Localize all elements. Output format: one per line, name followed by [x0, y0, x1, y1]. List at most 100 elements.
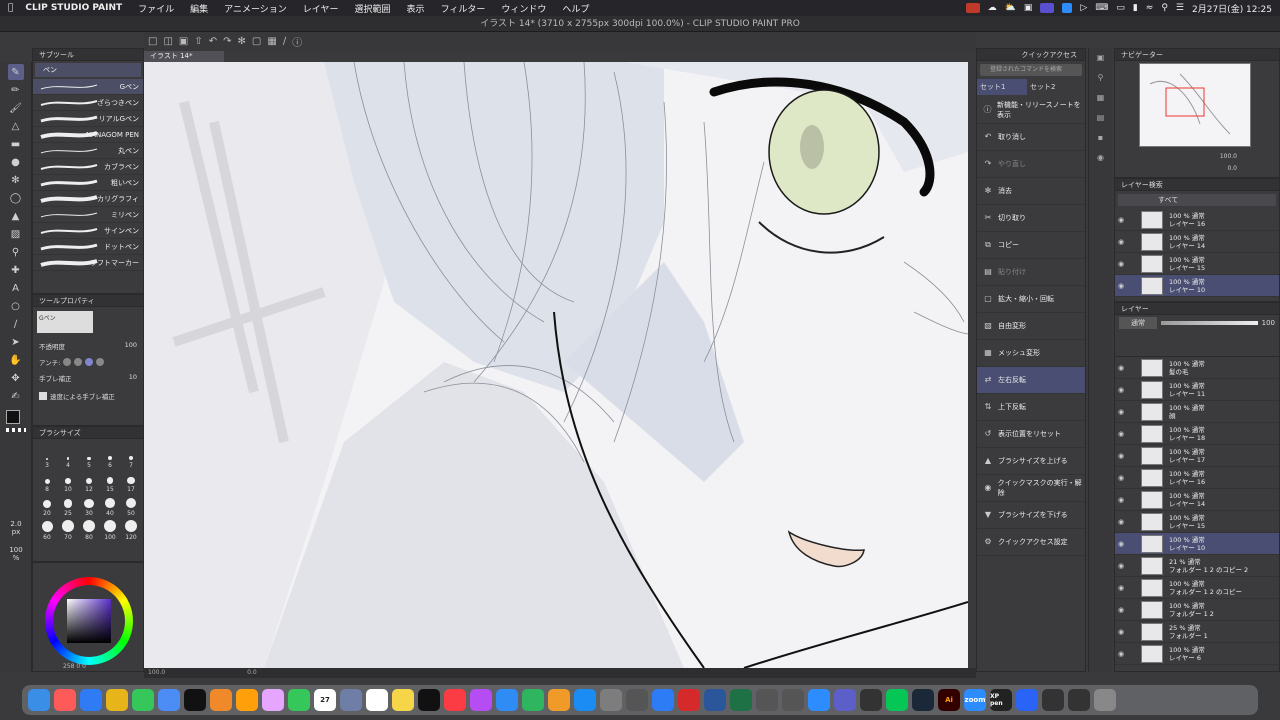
brush-item[interactable]: 粗いペン — [33, 175, 143, 191]
navigator-rotation[interactable]: 0.0 — [1227, 165, 1237, 172]
chatgpt-icon[interactable] — [184, 689, 206, 711]
word-icon[interactable] — [704, 689, 726, 711]
brush-size-option[interactable]: 15 — [100, 471, 120, 493]
help3-icon[interactable] — [782, 689, 804, 711]
move-tool-icon[interactable]: ✥ — [8, 370, 24, 386]
menu-filter[interactable]: フィルター — [433, 2, 494, 15]
excel-icon[interactable] — [730, 689, 752, 711]
quick-access-item[interactable]: ⇅ 上下反転 — [977, 394, 1085, 421]
keyboard-icon[interactable]: ⌨ — [1095, 3, 1108, 13]
layer-row[interactable]: ◉ 100 % 通常 レイヤー 16 — [1115, 209, 1279, 231]
preview-icon[interactable] — [236, 689, 258, 711]
brush-item[interactable]: カブラペン — [33, 159, 143, 175]
onedrive-icon[interactable] — [652, 689, 674, 711]
clock[interactable]: 2月27日(金) 12:25 — [1192, 2, 1272, 15]
apple-menu-icon[interactable]:  — [0, 3, 21, 13]
layer-row[interactable]: ◉ 100 % 通常 レイヤー 15 — [1115, 253, 1279, 275]
canvas-tab[interactable]: イラスト 14* — [144, 51, 224, 62]
open-icon[interactable]: ◫ — [163, 36, 172, 47]
creative-cloud-icon[interactable]: ☁ — [988, 3, 997, 13]
canvas-zoom-readout[interactable]: 100.0 — [148, 669, 165, 676]
visibility-eye-icon[interactable]: ◉ — [1115, 496, 1127, 504]
visibility-eye-icon[interactable]: ◉ — [1115, 386, 1127, 394]
brush-size-option[interactable]: 50 — [121, 495, 141, 517]
zoom-icon[interactable]: zoom — [964, 689, 986, 711]
quick-access-item[interactable]: ▢ 拡大・縮小・回転 — [977, 286, 1085, 313]
pages-icon[interactable] — [548, 689, 570, 711]
subtool-group-tab[interactable]: ペン — [35, 63, 141, 77]
fill-tool-icon[interactable]: ▲ — [8, 208, 24, 224]
steam-icon[interactable] — [912, 689, 934, 711]
layer-row[interactable]: ◉ 100 % 通常 レイヤー 10 — [1115, 533, 1279, 555]
brush-item[interactable]: ドットペン — [33, 239, 143, 255]
brush-item[interactable]: ミリペン — [33, 207, 143, 223]
quick-access-item[interactable]: ▤ 貼り付け — [977, 259, 1085, 286]
appletv-icon[interactable] — [418, 689, 440, 711]
help-icon[interactable] — [626, 689, 648, 711]
brush-size-option[interactable]: 30 — [79, 495, 99, 517]
opacity-field[interactable]: 100 — [125, 341, 137, 351]
visibility-eye-icon[interactable]: ◉ — [1115, 216, 1127, 224]
select-toolbar-icon[interactable]: ▦ — [267, 36, 276, 47]
quick-access-item[interactable]: ✂ 切り取り — [977, 205, 1085, 232]
hand-tool-icon[interactable]: ✋ — [8, 352, 24, 368]
strip-icon-material[interactable]: ▦ — [1089, 88, 1112, 108]
visibility-eye-icon[interactable]: ◉ — [1115, 408, 1127, 416]
color-wheel[interactable] — [45, 577, 133, 665]
quick-access-tab-set2[interactable]: セット2 — [1027, 79, 1077, 95]
layer-row[interactable]: ◉ 100 % 通常 レイヤー 18 — [1115, 423, 1279, 445]
record-icon[interactable] — [965, 3, 980, 13]
trash-icon[interactable] — [1094, 689, 1116, 711]
media-icon[interactable]: ▷ — [1080, 3, 1087, 13]
brush-size-option[interactable]: 17 — [121, 471, 141, 493]
menu-file[interactable]: ファイル — [130, 2, 182, 15]
text-tool-icon[interactable]: A — [8, 280, 24, 296]
visibility-eye-icon[interactable]: ◉ — [1115, 430, 1127, 438]
layer-row[interactable]: ◉ 100 % 通常 レイヤー 14 — [1115, 489, 1279, 511]
brush-size-option[interactable]: 10 — [58, 471, 78, 493]
visibility-eye-icon[interactable]: ◉ — [1115, 628, 1127, 636]
reminders-icon[interactable] — [366, 689, 388, 711]
visibility-eye-icon[interactable]: ◉ — [1115, 606, 1127, 614]
layer-row[interactable]: ◉ 100 % 通常 フォルダー 1 2 — [1115, 599, 1279, 621]
eraser-tool-icon[interactable]: ▬ — [8, 136, 24, 152]
search-icon[interactable]: ⚲ — [1161, 3, 1168, 13]
brush-size-option[interactable]: 40 — [100, 495, 120, 517]
control-center-icon[interactable]: ☰ — [1176, 3, 1184, 13]
brush-size-option[interactable]: 12 — [79, 471, 99, 493]
layer-row[interactable]: ◉ 100 % 通常 レイヤー 14 — [1115, 231, 1279, 253]
drawing-canvas[interactable] — [144, 62, 968, 668]
quick-access-item[interactable]: ▲ ブラシサイズを上げる — [977, 448, 1085, 475]
quick-access-item[interactable]: ◉ クイックマスクの実行・解除 — [977, 475, 1085, 502]
strip-icon-color[interactable]: ◉ — [1089, 148, 1112, 168]
visibility-eye-icon[interactable]: ◉ — [1115, 584, 1127, 592]
brush-item[interactable]: サインペン — [33, 223, 143, 239]
layer-row[interactable]: ◉ 100 % 通常 レイヤー 10 — [1115, 275, 1279, 297]
layer-row[interactable]: ◉ 100 % 通常 レイヤー 11 — [1115, 379, 1279, 401]
photos-icon[interactable] — [262, 689, 284, 711]
brush-size-option[interactable]: 25 — [58, 495, 78, 517]
wifi-icon[interactable]: ≈ — [1146, 3, 1154, 13]
safari-icon[interactable] — [80, 689, 102, 711]
brush-size-option[interactable]: 80 — [79, 519, 99, 541]
antialias-option-strong[interactable] — [96, 358, 105, 366]
quick-access-item[interactable]: ↺ 表示位置をリセット — [977, 421, 1085, 448]
notes-icon[interactable] — [392, 689, 414, 711]
display-icon[interactable] — [1040, 3, 1055, 13]
menu-edit[interactable]: 編集 — [182, 2, 216, 15]
lasso-tool-icon[interactable]: ◯ — [8, 190, 24, 206]
antialias-option-weak[interactable] — [74, 358, 83, 366]
blend-mode-select[interactable]: 通常 — [1119, 317, 1157, 329]
visibility-eye-icon[interactable]: ◉ — [1115, 282, 1127, 290]
export-icon[interactable]: ⇧ — [194, 36, 202, 47]
new-canvas-icon[interactable]: □ — [148, 36, 157, 47]
visibility-eye-icon[interactable]: ◉ — [1115, 650, 1127, 658]
quick-access-item[interactable]: ⓘ 新機能・リリースノートを表示 — [977, 97, 1085, 124]
facetime-icon[interactable] — [288, 689, 310, 711]
settings-icon[interactable] — [600, 689, 622, 711]
brush-size-option[interactable]: 100 — [100, 519, 120, 541]
quick-access-item[interactable]: ▼ ブラシサイズを下げる — [977, 502, 1085, 529]
brush-size-option[interactable]: 5 — [79, 447, 99, 469]
transform-toolbar-icon[interactable]: ▢ — [252, 36, 261, 47]
help2-icon[interactable] — [756, 689, 778, 711]
